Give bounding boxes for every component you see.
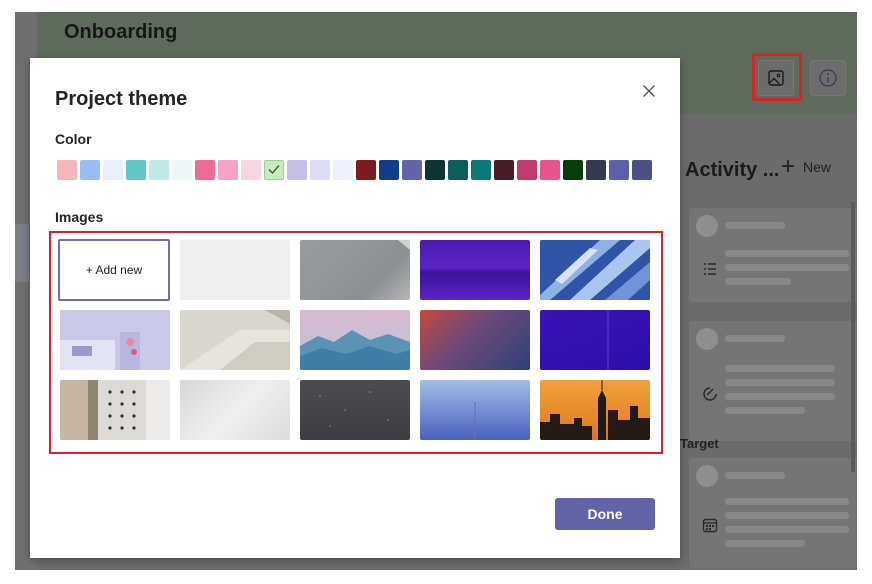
- image-tile-beige-shapes[interactable]: [180, 310, 290, 370]
- color-swatch[interactable]: [425, 160, 445, 180]
- color-swatches: [57, 160, 652, 180]
- image-tile-soft-white-waves[interactable]: [180, 380, 290, 440]
- dialog-title: Project theme: [55, 88, 188, 110]
- color-swatch[interactable]: [126, 160, 146, 180]
- color-swatch[interactable]: [586, 160, 606, 180]
- image-tile-pegboard[interactable]: [60, 380, 170, 440]
- image-tile-gray-paper[interactable]: [300, 240, 410, 300]
- avatar: [696, 215, 718, 237]
- color-swatch[interactable]: [494, 160, 514, 180]
- color-swatch[interactable]: [517, 160, 537, 180]
- color-swatch[interactable]: [287, 160, 307, 180]
- color-swatch[interactable]: [172, 160, 192, 180]
- image-tile-light-gray[interactable]: [180, 240, 290, 300]
- activity-scrollbar[interactable]: [851, 202, 855, 472]
- image-tile-blue-sky[interactable]: [420, 380, 530, 440]
- add-new-image-button[interactable]: + Add new: [58, 239, 170, 301]
- color-swatch[interactable]: [609, 160, 629, 180]
- image-tile-red-blue-gradient[interactable]: [420, 310, 530, 370]
- color-swatch[interactable]: [80, 160, 100, 180]
- image-tile-deep-purple[interactable]: [540, 310, 650, 370]
- close-icon: [643, 85, 655, 97]
- plus-icon: +: [781, 153, 796, 180]
- avatar: [696, 328, 718, 350]
- activity-card[interactable]: [689, 321, 857, 441]
- activity-card[interactable]: [689, 458, 857, 568]
- image-button-highlight: [752, 53, 802, 101]
- color-swatch[interactable]: [563, 160, 583, 180]
- activity-title: Activity ...: [685, 159, 780, 181]
- info-button[interactable]: [810, 60, 846, 96]
- color-swatch[interactable]: [402, 160, 422, 180]
- images-label: Images: [55, 209, 104, 225]
- info-icon: [819, 69, 837, 87]
- image-tile-dark-night-sky[interactable]: [300, 380, 410, 440]
- color-swatch[interactable]: [379, 160, 399, 180]
- image-tile-pink-flowers[interactable]: [60, 310, 170, 370]
- activity-card[interactable]: [689, 208, 857, 302]
- color-swatch[interactable]: [632, 160, 652, 180]
- image-tile-purple-waves[interactable]: [420, 240, 530, 300]
- image-tile-city-sunset[interactable]: [540, 380, 650, 440]
- calendar-icon: [702, 518, 718, 533]
- list-icon: [704, 263, 716, 275]
- avatar: [696, 465, 718, 487]
- color-swatch[interactable]: [471, 160, 491, 180]
- check-icon: [268, 165, 280, 175]
- new-activity-button[interactable]: + New: [781, 155, 831, 179]
- target-label: Target: [680, 436, 719, 451]
- color-swatch[interactable]: [103, 160, 123, 180]
- color-swatch[interactable]: [149, 160, 169, 180]
- app-title: Onboarding: [64, 21, 178, 43]
- color-swatch[interactable]: [356, 160, 376, 180]
- image-tile-blue-glass[interactable]: [540, 240, 650, 300]
- color-swatch[interactable]: [264, 160, 284, 180]
- color-swatch[interactable]: [333, 160, 353, 180]
- color-swatch[interactable]: [218, 160, 238, 180]
- color-swatch[interactable]: [310, 160, 330, 180]
- color-label: Color: [55, 131, 92, 147]
- color-swatch[interactable]: [195, 160, 215, 180]
- color-swatch[interactable]: [241, 160, 261, 180]
- project-theme-dialog: Project theme Color Images + Add new Don…: [30, 58, 680, 558]
- done-button[interactable]: Done: [555, 498, 655, 530]
- new-label: New: [803, 159, 832, 175]
- close-button[interactable]: [638, 80, 660, 102]
- color-swatch[interactable]: [57, 160, 77, 180]
- image-tile-mountains[interactable]: [300, 310, 410, 370]
- color-swatch[interactable]: [540, 160, 560, 180]
- color-swatch[interactable]: [448, 160, 468, 180]
- status-icon: [703, 387, 717, 401]
